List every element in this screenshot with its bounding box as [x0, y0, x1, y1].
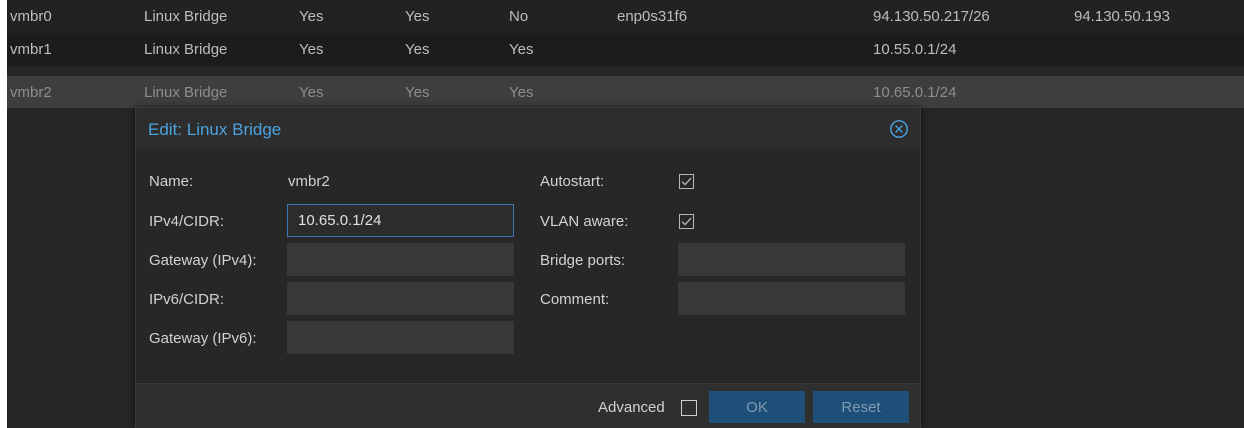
cell-autostart: Yes — [405, 83, 430, 101]
autostart-checkbox[interactable] — [679, 174, 694, 189]
cell-active: Yes — [299, 8, 324, 25]
ipv6-label: IPv6/CIDR: — [149, 291, 225, 308]
advanced-checkbox[interactable] — [681, 400, 697, 416]
cell-type: Linux Bridge — [144, 41, 228, 58]
cell-cidr: 10.65.0.1/24 — [873, 83, 957, 101]
cell-name: vmbr1 — [10, 41, 52, 58]
cell-type: Linux Bridge — [144, 8, 228, 25]
network-view: vmbr0 Linux Bridge Yes Yes No enp0s31f6 … — [7, 0, 1244, 428]
bridge-ports-label: Bridge ports: — [540, 252, 626, 269]
reset-button[interactable]: Reset — [813, 391, 909, 423]
cell-cidr: 94.130.50.217/26 — [873, 8, 990, 25]
vlan-aware-checkbox[interactable] — [679, 214, 694, 229]
comment-label: Comment: — [540, 291, 610, 308]
cell-ports: enp0s31f6 — [617, 8, 688, 25]
name-label: Name: — [149, 173, 194, 190]
gateway-ipv6-label: Gateway (IPv6): — [149, 330, 257, 347]
table-row[interactable]: vmbr0 Linux Bridge Yes Yes No enp0s31f6 … — [7, 0, 1244, 33]
cell-gateway: 94.130.50.193 — [1074, 8, 1170, 25]
ok-button[interactable]: OK — [709, 391, 805, 423]
gateway-ipv4-label: Gateway (IPv4): — [149, 252, 257, 269]
dialog-title: Edit: Linux Bridge — [148, 120, 282, 139]
dialog-header[interactable]: Edit: Linux Bridge — [136, 108, 920, 149]
cell-active: Yes — [299, 41, 324, 58]
cell-vlan-aware: Yes — [509, 41, 534, 58]
ipv6-input[interactable] — [287, 282, 514, 315]
vlan-aware-label: VLAN aware: — [540, 213, 629, 230]
dialog-body: Name: vmbr2 IPv4/CIDR: Gateway (IPv4): I… — [136, 149, 920, 383]
gateway-ipv4-input[interactable] — [287, 243, 514, 276]
close-icon[interactable] — [889, 119, 909, 139]
bridge-ports-input[interactable] — [678, 243, 905, 276]
cell-cidr: 10.55.0.1/24 — [873, 41, 957, 58]
table-row-selected[interactable]: vmbr2 Linux Bridge Yes Yes Yes 10.65.0.1… — [7, 76, 1244, 108]
dialog-footer: Advanced OK Reset — [136, 383, 920, 428]
cell-autostart: Yes — [405, 8, 430, 25]
name-value: vmbr2 — [288, 173, 330, 190]
comment-input[interactable] — [678, 282, 905, 315]
cell-vlan-aware: No — [509, 8, 529, 25]
cell-type: Linux Bridge — [144, 83, 228, 101]
gateway-ipv6-input[interactable] — [287, 321, 514, 354]
edit-bridge-dialog: Edit: Linux Bridge Name: vmbr2 IPv4/CIDR… — [135, 107, 921, 428]
autostart-label: Autostart: — [540, 173, 605, 190]
cell-active: Yes — [299, 83, 324, 101]
cell-name: vmbr0 — [10, 8, 52, 25]
cell-autostart: Yes — [405, 41, 430, 58]
cell-vlan-aware: Yes — [509, 83, 534, 101]
table-row[interactable]: vmbr1 Linux Bridge Yes Yes Yes 10.55.0.1… — [7, 33, 1244, 66]
ipv4-label: IPv4/CIDR: — [149, 213, 225, 230]
cell-name: vmbr2 — [10, 83, 52, 101]
advanced-label: Advanced — [598, 399, 665, 416]
ipv4-input[interactable] — [287, 204, 514, 237]
